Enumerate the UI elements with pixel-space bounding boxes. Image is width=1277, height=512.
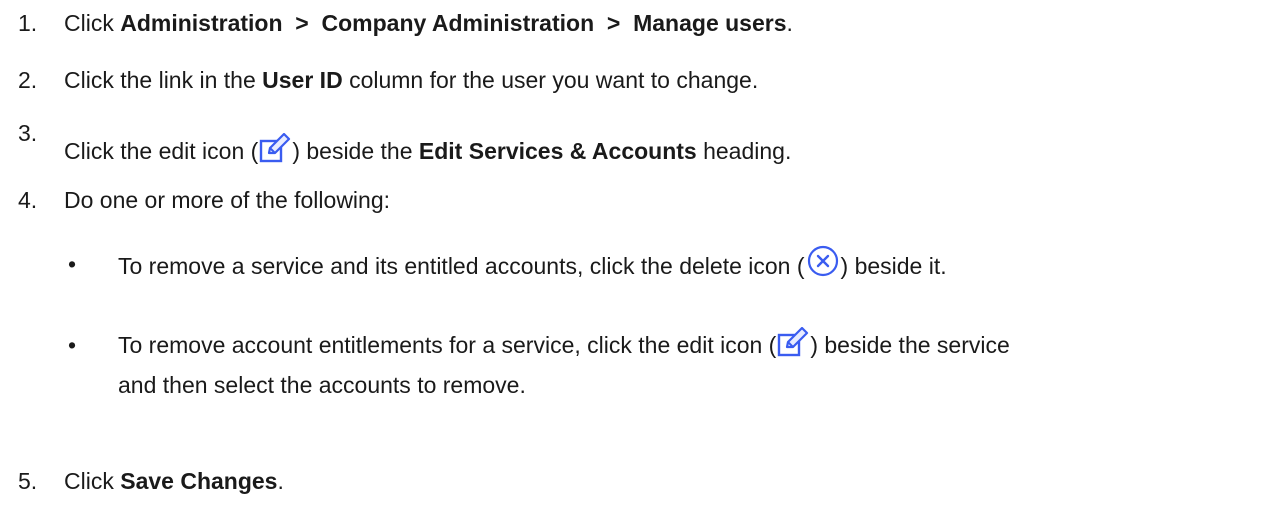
step-number: 1. xyxy=(18,10,38,36)
bullet-glyph: • xyxy=(68,251,77,277)
bullet-text: To remove account entitlements for a ser… xyxy=(118,325,1010,366)
menu-path: Administration > Company Administration … xyxy=(120,10,787,36)
step-number: 5. xyxy=(18,468,38,494)
step-text: Click the edit icon () beside the Edit S… xyxy=(64,133,791,167)
user-id-label: User ID xyxy=(262,67,343,93)
step-text: Click Save Changes. xyxy=(64,468,284,494)
edit-icon xyxy=(777,327,809,359)
bullet-text-line2: and then select the accounts to remove. xyxy=(118,372,526,398)
edit-icon xyxy=(259,133,291,165)
procedure-document: 1. Click Administration > Company Admini… xyxy=(0,0,1277,512)
delete-icon xyxy=(806,244,840,278)
bullet-text: To remove a service and its entitled acc… xyxy=(118,244,947,287)
step-text: Do one or more of the following: xyxy=(64,187,391,213)
step-number: 4. xyxy=(18,187,38,213)
step-text: Click Administration > Company Administr… xyxy=(64,10,793,36)
save-changes-label: Save Changes xyxy=(120,468,278,494)
edit-services-heading: Edit Services & Accounts xyxy=(418,138,697,164)
step-text: Click the link in the User ID column for… xyxy=(64,67,759,93)
step-number: 2. xyxy=(18,67,38,93)
step-number: 3. xyxy=(18,120,38,146)
bullet-glyph: • xyxy=(68,332,77,358)
